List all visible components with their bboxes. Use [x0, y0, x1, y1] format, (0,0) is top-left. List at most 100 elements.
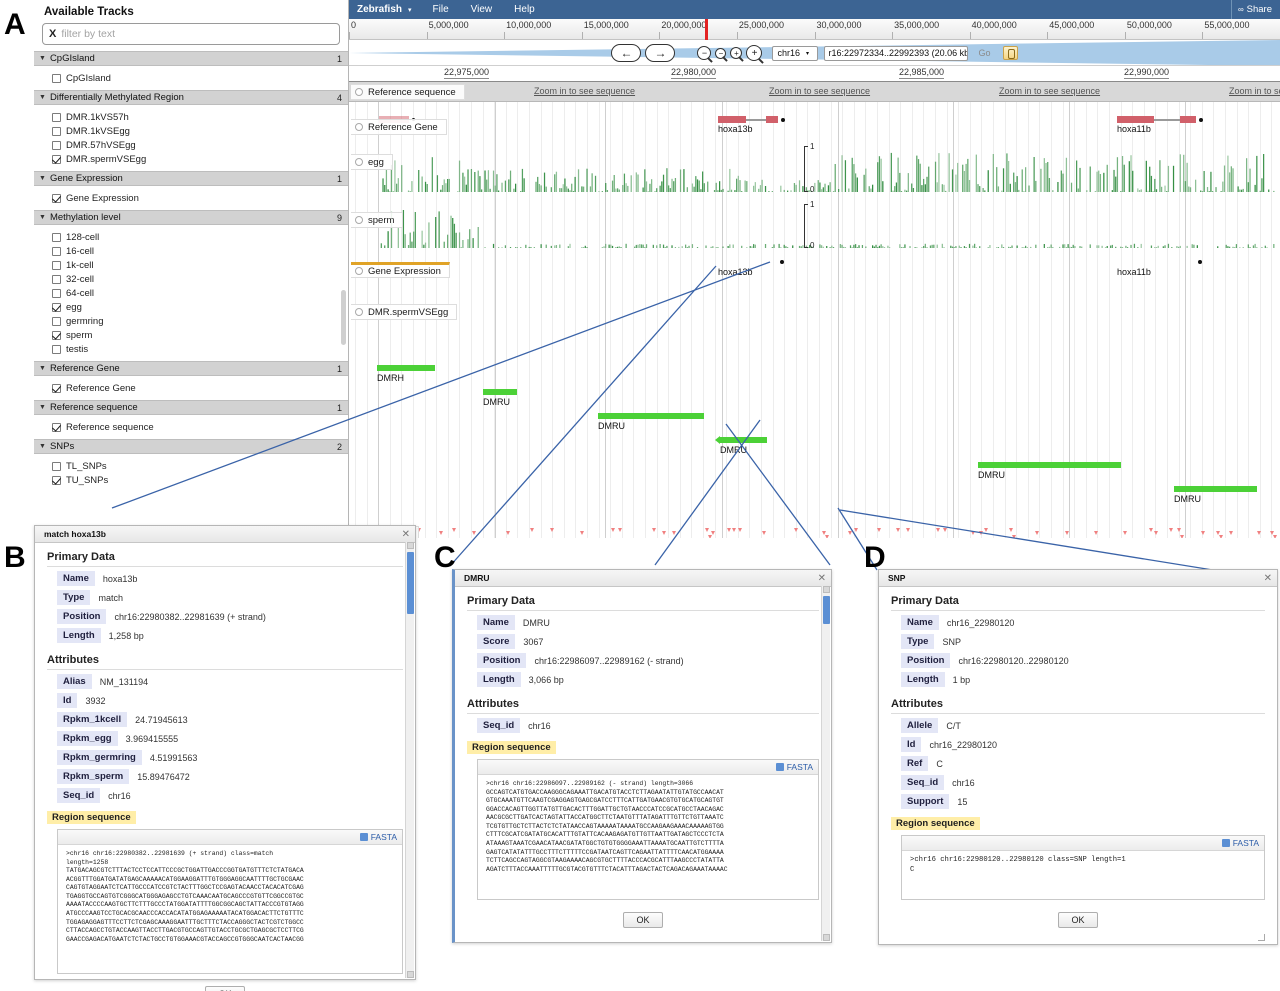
track-toggle-icon[interactable]	[355, 158, 363, 166]
checkbox-icon[interactable]	[52, 331, 61, 340]
gene-expression-feature[interactable]: hoxa11b	[1117, 258, 1196, 266]
ok-button[interactable]: OK	[623, 912, 662, 928]
snp-marker[interactable]	[1094, 531, 1098, 535]
dialog-b-sequence-text[interactable]: >chr16 chr16:22980382..22981639 (+ stran…	[58, 845, 402, 973]
track-checkbox-row[interactable]: 64-cell	[34, 286, 348, 300]
track-checkbox-row[interactable]: 32-cell	[34, 272, 348, 286]
snp-marker[interactable]	[1201, 531, 1205, 535]
track-filter-input[interactable]: X filter by text	[42, 23, 340, 45]
track-group-header-0[interactable]: ▼CpGIsland1	[34, 51, 348, 66]
snp-marker[interactable]	[1154, 531, 1158, 535]
pan-right-button[interactable]: →	[645, 44, 675, 62]
snp-marker[interactable]	[727, 528, 731, 532]
dialog-c-sequence-text[interactable]: >chr16 chr16:22986097..22989162 (- stran…	[478, 775, 818, 899]
track-label-sperm[interactable]: sperm	[351, 212, 403, 228]
dmr-feature[interactable]: DMRH	[377, 365, 435, 383]
snp-marker[interactable]	[1065, 531, 1069, 535]
snp-marker[interactable]	[1012, 535, 1016, 538]
track-toggle-icon[interactable]	[355, 267, 363, 275]
track-checkbox-row[interactable]: testis	[34, 342, 348, 356]
region-ruler[interactable]: 22,975,00022,980,00022,985,00022,990,000	[349, 66, 1280, 82]
zoom-in-small-button[interactable]: +	[730, 47, 742, 59]
snp-marker[interactable]	[662, 531, 666, 535]
dialog-c-fasta-bar[interactable]: FASTA	[478, 760, 818, 775]
track-label-reference-gene[interactable]: Reference Gene	[351, 119, 447, 135]
track-checkbox-row[interactable]: Reference sequence	[34, 420, 348, 434]
checkbox-icon[interactable]	[52, 261, 61, 270]
checkbox-icon[interactable]	[52, 194, 61, 203]
track-checkbox-row[interactable]: TL_SNPs	[34, 459, 348, 473]
track-checkbox-row[interactable]: 128-cell	[34, 230, 348, 244]
checkbox-icon[interactable]	[52, 127, 61, 136]
checkbox-icon[interactable]	[52, 233, 61, 242]
dmr-feature[interactable]: DMRU	[1174, 486, 1257, 504]
snp-marker[interactable]	[984, 528, 988, 532]
checkbox-icon[interactable]	[52, 423, 61, 432]
snp-marker[interactable]	[943, 528, 947, 532]
checkbox-icon[interactable]	[52, 476, 61, 485]
track-group-header-6[interactable]: ▼SNPs2	[34, 439, 348, 454]
checkbox-icon[interactable]	[52, 462, 61, 471]
share-button[interactable]: ∞ Share	[1231, 0, 1280, 19]
track-checkbox-row[interactable]: 1k-cell	[34, 258, 348, 272]
snp-marker[interactable]	[550, 528, 554, 532]
dmr-feature[interactable]: DMRU	[978, 462, 1121, 480]
ok-button[interactable]: OK	[1058, 912, 1097, 928]
chromosome-overview-ruler[interactable]: 05,000,00010,000,00015,000,00020,000,000…	[349, 19, 1280, 40]
dialog-b-fasta-bar[interactable]: FASTA	[58, 830, 402, 845]
menu-item-view[interactable]: View	[460, 4, 504, 15]
track-checkbox-row[interactable]: 16-cell	[34, 244, 348, 258]
snp-marker[interactable]	[794, 528, 798, 532]
scroll-down-icon[interactable]	[823, 934, 830, 941]
zoom-in-large-button[interactable]: +	[746, 45, 762, 61]
track-toggle-icon[interactable]	[355, 216, 363, 224]
snp-marker[interactable]	[452, 528, 456, 532]
snp-marker[interactable]	[971, 531, 975, 535]
track-checkbox-row[interactable]: sperm	[34, 328, 348, 342]
sidebar-scrollbar[interactable]	[341, 290, 346, 345]
track-label-dmr-spermvsegg[interactable]: DMR.spermVSEgg	[351, 304, 457, 320]
reference-gene-feature[interactable]: hoxa13b	[718, 116, 778, 123]
scroll-up-icon[interactable]	[407, 542, 414, 549]
snp-marker[interactable]	[1009, 528, 1013, 532]
track-checkbox-row[interactable]: egg	[34, 300, 348, 314]
checkbox-icon[interactable]	[52, 275, 61, 284]
scroll-thumb[interactable]	[407, 552, 414, 614]
checkbox-icon[interactable]	[52, 384, 61, 393]
track-label-egg[interactable]: egg	[351, 154, 393, 170]
snp-marker[interactable]	[979, 531, 983, 535]
snp-marker[interactable]	[936, 528, 940, 532]
snp-marker[interactable]	[708, 535, 712, 538]
track-group-header-5[interactable]: ▼Reference sequence1	[34, 400, 348, 415]
track-checkbox-row[interactable]: germring	[34, 314, 348, 328]
snp-marker[interactable]	[1257, 531, 1261, 535]
snp-marker[interactable]	[506, 531, 510, 535]
scroll-up-icon[interactable]	[823, 586, 830, 593]
snp-marker[interactable]	[1169, 528, 1173, 532]
snp-marker[interactable]	[1180, 535, 1184, 538]
checkbox-icon[interactable]	[52, 141, 61, 150]
snp-marker[interactable]	[896, 528, 900, 532]
checkbox-icon[interactable]	[52, 289, 61, 298]
track-group-header-3[interactable]: ▼Methylation level9	[34, 210, 348, 225]
snp-marker[interactable]	[1149, 528, 1153, 532]
location-input[interactable]: r16:22972334..22992393 (20.06 kb)	[824, 46, 968, 61]
snp-marker[interactable]	[472, 531, 476, 535]
snp-marker[interactable]	[877, 528, 881, 532]
track-toggle-icon[interactable]	[355, 123, 363, 131]
track-toggle-icon[interactable]	[355, 308, 363, 316]
snp-marker[interactable]	[738, 528, 742, 532]
snp-marker[interactable]	[652, 528, 656, 532]
track-checkbox-row[interactable]: TU_SNPs	[34, 473, 348, 487]
checkbox-icon[interactable]	[52, 303, 61, 312]
snp-marker[interactable]	[1219, 535, 1223, 538]
checkbox-icon[interactable]	[52, 247, 61, 256]
reference-gene-feature[interactable]: hoxa11b	[1117, 116, 1196, 123]
track-label-reference-sequence[interactable]: Reference sequence	[351, 84, 465, 100]
track-group-header-1[interactable]: ▼Differentially Methylated Region4	[34, 90, 348, 105]
checkbox-icon[interactable]	[52, 317, 61, 326]
snp-marker[interactable]	[1177, 528, 1181, 532]
track-checkbox-row[interactable]: DMR.1kVSEgg	[34, 124, 348, 138]
track-checkbox-row[interactable]: Reference Gene	[34, 381, 348, 395]
snp-marker[interactable]	[439, 531, 443, 535]
